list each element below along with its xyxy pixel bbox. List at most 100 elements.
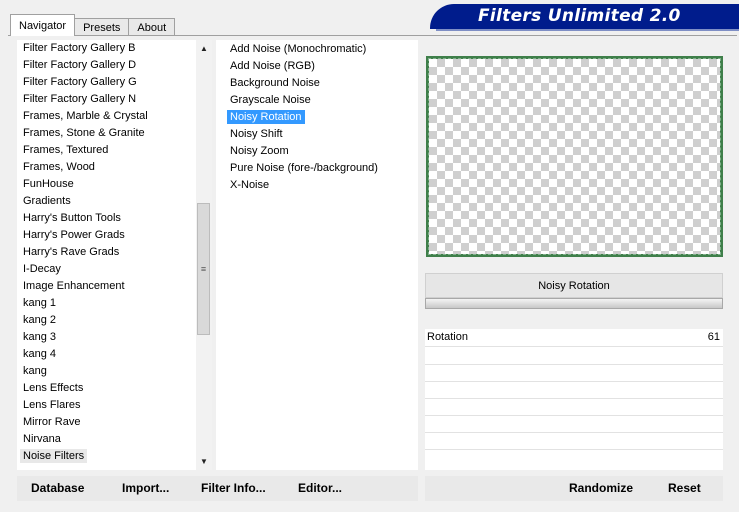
filter-item[interactable]: X-Noise — [216, 177, 418, 194]
category-item[interactable]: Gradients — [17, 193, 193, 210]
category-label: Image Enhancement — [23, 280, 125, 292]
category-item[interactable]: kang — [17, 363, 193, 380]
randomize-button[interactable]: Randomize — [569, 476, 633, 501]
category-item[interactable]: Frames, Wood — [17, 159, 193, 176]
category-label: Frames, Textured — [23, 144, 109, 156]
category-item[interactable]: Mirror Rave — [17, 414, 193, 431]
tab-bar: Navigator Presets About — [10, 14, 176, 36]
category-scrollbar[interactable]: ▲ ≡ ▼ — [196, 40, 212, 470]
category-label: kang 1 — [23, 297, 57, 309]
category-item[interactable]: Image Enhancement — [17, 278, 193, 295]
category-label: FunHouse — [23, 178, 74, 190]
filter-label: Background Noise — [230, 77, 320, 89]
preview-canvas — [426, 56, 723, 257]
filter-label: Noisy Shift — [230, 128, 283, 140]
category-list[interactable]: Filter Factory Gallery B Filter Factory G… — [17, 40, 212, 465]
filter-label: Noisy Rotation — [227, 110, 305, 124]
param-row-rotation[interactable]: Rotation 61 — [425, 329, 723, 347]
param-divider — [425, 398, 723, 399]
category-item[interactable]: Filter Factory Gallery B — [17, 40, 193, 57]
category-item[interactable]: Filter Factory Gallery G — [17, 74, 193, 91]
category-label: Harry's Rave Grads — [23, 246, 120, 258]
reset-button[interactable]: Reset — [668, 476, 701, 501]
database-button[interactable]: Database — [31, 476, 84, 501]
category-label: Mirror Rave — [23, 416, 81, 428]
filter-item[interactable]: Background Noise — [216, 75, 418, 92]
category-item[interactable]: I-Decay — [17, 261, 193, 278]
category-label: Lens Effects — [23, 382, 84, 394]
filter-label: Add Noise (RGB) — [230, 60, 315, 72]
param-divider — [425, 449, 723, 450]
tab-divider — [8, 35, 737, 36]
filter-list-panel[interactable]: Add Noise (Monochromatic) Add Noise (RGB)… — [216, 40, 418, 470]
category-item[interactable]: kang 1 — [17, 295, 193, 312]
filter-item[interactable]: Noisy Rotation — [216, 109, 418, 126]
scrollbar-thumb[interactable]: ≡ — [197, 203, 210, 335]
filter-label: Grayscale Noise — [230, 94, 311, 106]
category-item[interactable]: Harry's Rave Grads — [17, 244, 193, 261]
category-label: kang — [23, 365, 47, 377]
category-label: Filter Factory Gallery G — [23, 76, 137, 88]
filter-separator-bar — [425, 298, 723, 309]
category-item[interactable]: Filter Factory Gallery N — [17, 91, 193, 108]
category-label: Filter Factory Gallery B — [23, 42, 136, 54]
category-item[interactable]: FunHouse — [17, 176, 193, 193]
tab-navigator[interactable]: Navigator — [10, 14, 76, 36]
category-label: Harry's Button Tools — [23, 212, 121, 224]
param-name: Rotation — [427, 331, 468, 343]
category-label: Nirvana — [23, 433, 61, 445]
category-label: Lens Flares — [23, 399, 81, 411]
slider-marker-icon[interactable] — [491, 339, 503, 346]
category-label: I-Decay — [23, 263, 61, 275]
category-label: Frames, Stone & Granite — [23, 127, 145, 139]
category-item[interactable]: kang 4 — [17, 346, 193, 363]
filter-item[interactable]: Noisy Zoom — [216, 143, 418, 160]
category-label: kang 3 — [23, 331, 57, 343]
param-divider — [425, 364, 723, 365]
filter-title: Noisy Rotation — [425, 273, 723, 298]
category-item[interactable]: Frames, Textured — [17, 142, 193, 159]
param-value: 61 — [707, 331, 720, 343]
filter-item[interactable]: Noisy Shift — [216, 126, 418, 143]
filter-item[interactable]: Grayscale Noise — [216, 92, 418, 109]
param-divider — [425, 432, 723, 433]
category-label: kang 2 — [23, 314, 57, 326]
param-divider — [425, 381, 723, 382]
filter-item[interactable]: Add Noise (Monochromatic) — [216, 41, 418, 58]
category-item[interactable]: Harry's Button Tools — [17, 210, 193, 227]
category-item[interactable]: Noise Filters — [17, 448, 193, 465]
filter-item[interactable]: Pure Noise (fore-/background) — [216, 160, 418, 177]
category-item[interactable]: Filter Factory Gallery D — [17, 57, 193, 74]
category-item[interactable]: Nirvana — [17, 431, 193, 448]
filter-item[interactable]: Add Noise (RGB) — [216, 58, 418, 75]
import-button[interactable]: Import... — [122, 476, 169, 501]
filter-label: Noisy Zoom — [230, 145, 289, 157]
filter-info-button[interactable]: Filter Info... — [201, 476, 266, 501]
category-item[interactable]: Frames, Stone & Granite — [17, 125, 193, 142]
filter-label: Add Noise (Monochromatic) — [230, 43, 367, 55]
filter-label: X-Noise — [230, 179, 270, 191]
category-item[interactable]: kang 3 — [17, 329, 193, 346]
category-item[interactable]: Frames, Marble & Crystal — [17, 108, 193, 125]
category-item[interactable]: Harry's Power Grads — [17, 227, 193, 244]
category-label: Noise Filters — [20, 449, 88, 463]
category-item[interactable]: Lens Effects — [17, 380, 193, 397]
category-label: Filter Factory Gallery D — [23, 59, 137, 71]
category-item[interactable]: Lens Flares — [17, 397, 193, 414]
tab-presets[interactable]: Presets — [74, 18, 130, 36]
category-label: Frames, Marble & Crystal — [23, 110, 148, 122]
editor-button[interactable]: Editor... — [298, 476, 342, 501]
scroll-up-arrow-icon[interactable]: ▲ — [196, 40, 212, 57]
category-label: Gradients — [23, 195, 71, 207]
banner-underline — [436, 29, 739, 31]
scroll-down-arrow-icon[interactable]: ▼ — [196, 453, 212, 470]
category-label: Frames, Wood — [23, 161, 95, 173]
category-label: Harry's Power Grads — [23, 229, 125, 241]
filter-list[interactable]: Add Noise (Monochromatic) Add Noise (RGB)… — [216, 40, 418, 194]
tab-about[interactable]: About — [128, 18, 176, 36]
category-item[interactable]: kang 2 — [17, 312, 193, 329]
filter-label: Pure Noise (fore-/background) — [230, 162, 378, 174]
category-list-panel[interactable]: Filter Factory Gallery B Filter Factory G… — [17, 40, 212, 470]
category-label: kang 4 — [23, 348, 57, 360]
category-label: Filter Factory Gallery N — [23, 93, 137, 105]
